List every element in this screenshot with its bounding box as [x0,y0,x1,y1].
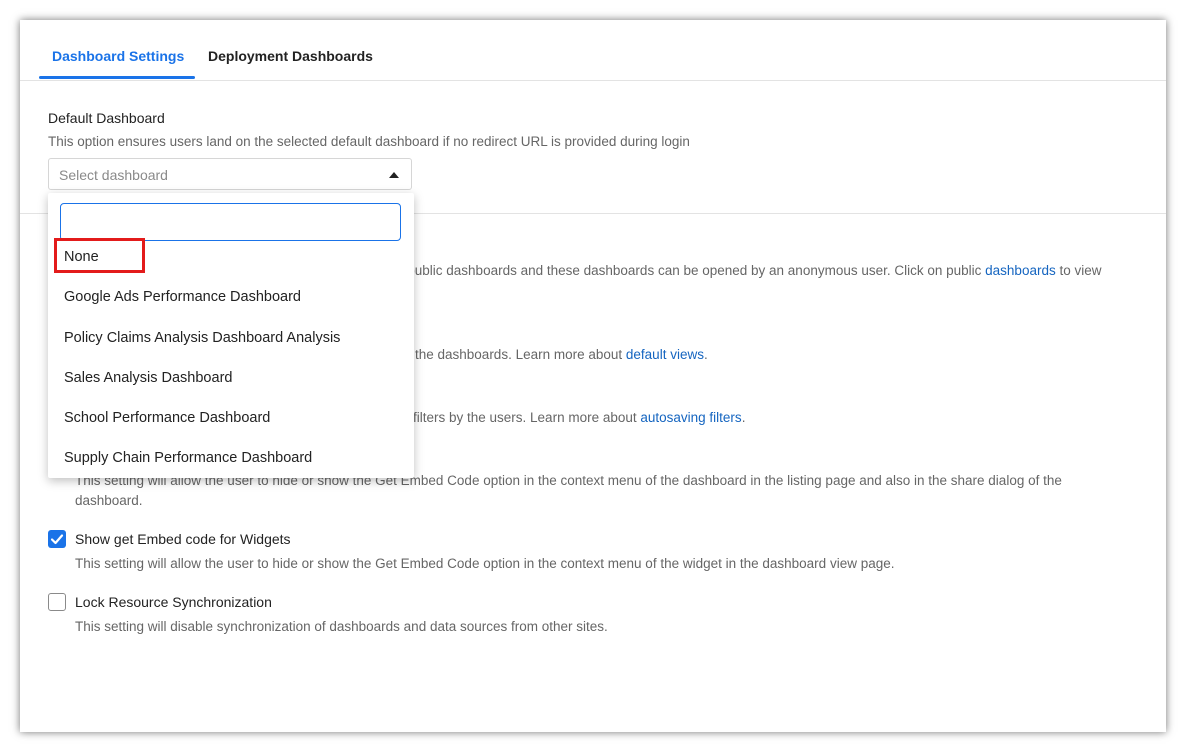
dropdown-search-input[interactable] [60,203,401,241]
autosave-filters-description: filters by the users. Learn more about a… [413,410,745,425]
lock-sync-label[interactable]: Lock Resource Synchronization [75,594,272,610]
views-description-text: the dashboards. Learn more about [415,347,626,362]
lock-sync-checkbox[interactable] [48,593,66,611]
embed-dashboard-description-cont: dashboard. [75,493,143,508]
filters-description-text: filters by the users. Learn more about [413,410,641,425]
embed-widgets-description: This setting will allow the user to hide… [75,556,895,571]
public-dashboards-description: e public dashboards and these dashboards… [396,263,1102,278]
public-description-text: e public dashboards and these dashboards… [396,263,986,278]
dashboard-dropdown-menu: None Google Ads Performance Dashboard Po… [48,193,414,478]
dropdown-option-supply-chain[interactable]: Supply Chain Performance Dashboard [64,450,312,466]
highlight-box [54,238,145,273]
embed-widgets-label[interactable]: Show get Embed code for Widgets [75,531,291,547]
lock-sync-description: This setting will disable synchronizatio… [75,619,608,634]
default-dashboard-select[interactable]: Select dashboard [48,158,412,190]
active-tab-indicator [39,76,195,79]
dropdown-option-policy-claims[interactable]: Policy Claims Analysis Dashboard Analysi… [64,330,340,346]
select-placeholder: Select dashboard [59,167,168,183]
embed-widgets-checkbox[interactable] [48,530,66,548]
default-dashboard-label: Default Dashboard [48,110,165,126]
settings-panel: Dashboard Settings Deployment Dashboards… [20,20,1166,732]
default-dashboard-description: This option ensures users land on the se… [48,134,690,149]
caret-up-icon[interactable] [389,172,399,178]
public-dashboards-link[interactable]: dashboards [985,263,1056,278]
dropdown-option-google-ads[interactable]: Google Ads Performance Dashboard [64,289,301,305]
filters-description-suffix: . [741,410,746,425]
public-description-suffix: to view [1055,263,1102,278]
dropdown-option-school-performance[interactable]: School Performance Dashboard [64,410,270,426]
tab-deployment-dashboards[interactable]: Deployment Dashboards [208,48,373,64]
dropdown-option-sales-analysis[interactable]: Sales Analysis Dashboard [64,370,232,386]
tab-bar: Dashboard Settings Deployment Dashboards [20,20,1166,81]
autosaving-filters-link[interactable]: autosaving filters [640,410,741,425]
default-views-link[interactable]: default views [626,347,704,362]
tab-dashboard-settings[interactable]: Dashboard Settings [52,48,184,64]
views-description-suffix: . [703,347,708,362]
default-views-description: the dashboards. Learn more about default… [415,347,708,362]
checkmark-icon [50,534,64,545]
